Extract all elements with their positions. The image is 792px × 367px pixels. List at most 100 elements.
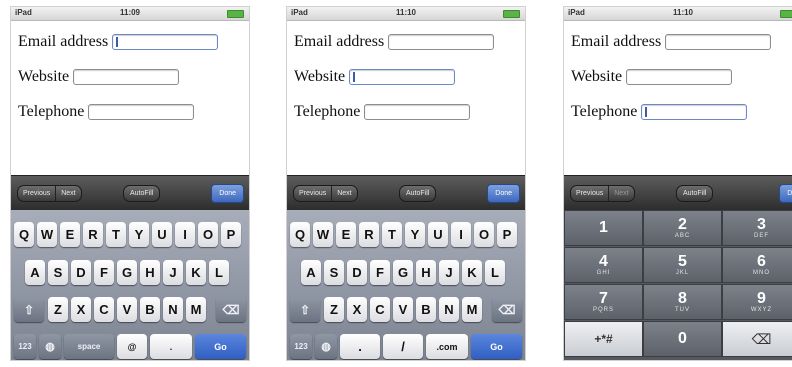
email-field[interactable] — [112, 34, 219, 50]
key-b[interactable]: B — [140, 297, 160, 322]
email-field[interactable] — [665, 34, 772, 50]
key-o[interactable]: O — [198, 222, 218, 247]
key-y[interactable]: Y — [129, 222, 149, 247]
numpad-key-0[interactable]: 0 — [643, 321, 722, 357]
go-key[interactable]: Go — [471, 334, 522, 359]
key-g[interactable]: G — [393, 260, 413, 285]
slash-key[interactable]: / — [383, 334, 423, 359]
key-j[interactable]: J — [439, 260, 459, 285]
done-button[interactable]: Done — [779, 184, 792, 203]
numbers-key[interactable]: 123 — [290, 334, 312, 359]
website-field[interactable] — [73, 69, 180, 85]
autofill-button[interactable]: AutoFill — [676, 185, 714, 202]
key-b[interactable]: B — [416, 297, 436, 322]
next-button[interactable]: Next — [55, 186, 80, 201]
done-button[interactable]: Done — [487, 184, 520, 203]
key-d[interactable]: D — [347, 260, 367, 285]
key-u[interactable]: U — [428, 222, 448, 247]
key-z[interactable]: Z — [48, 297, 68, 322]
key-t[interactable]: T — [382, 222, 402, 247]
numpad-key-1[interactable]: 1 — [564, 210, 643, 246]
key-e[interactable]: E — [336, 222, 356, 247]
key-s[interactable]: S — [48, 260, 68, 285]
key-d[interactable]: D — [71, 260, 91, 285]
period-key[interactable]: . — [150, 334, 192, 359]
numpad-key-5[interactable]: 5 JKL — [643, 247, 722, 283]
telephone-field[interactable] — [641, 104, 748, 120]
key-x[interactable]: X — [347, 297, 367, 322]
key-e[interactable]: E — [60, 222, 80, 247]
backspace-key[interactable]: ⌫ — [216, 297, 246, 322]
autofill-button[interactable]: AutoFill — [123, 185, 161, 202]
done-button[interactable]: Done — [211, 184, 244, 203]
globe-key[interactable]: ◍ — [315, 334, 337, 359]
backspace-key[interactable]: ⌫ — [492, 297, 522, 322]
key-i[interactable]: I — [451, 222, 471, 247]
key-q[interactable]: Q — [14, 222, 34, 247]
numpad-key-4[interactable]: 4 GHI — [564, 247, 643, 283]
numpad-key-8[interactable]: 8 TUV — [643, 284, 722, 320]
key-g[interactable]: G — [117, 260, 137, 285]
key-h[interactable]: H — [140, 260, 160, 285]
dotcom-key[interactable]: .com — [426, 334, 468, 359]
numpad-key-7[interactable]: 7 PQRS — [564, 284, 643, 320]
key-m[interactable]: M — [186, 297, 206, 322]
key-a[interactable]: A — [25, 260, 45, 285]
key-r[interactable]: R — [359, 222, 379, 247]
website-field[interactable] — [626, 69, 733, 85]
key-h[interactable]: H — [416, 260, 436, 285]
key-c[interactable]: C — [94, 297, 114, 322]
numpad-key-3[interactable]: 3 DEF — [722, 210, 792, 246]
globe-key[interactable]: ◍ — [39, 334, 61, 359]
shift-key[interactable]: ⇧ — [290, 297, 320, 322]
key-n[interactable]: N — [439, 297, 459, 322]
key-z[interactable]: Z — [324, 297, 344, 322]
key-n[interactable]: N — [163, 297, 183, 322]
numpad-key-6[interactable]: 6 MNO — [722, 247, 792, 283]
key-w[interactable]: W — [37, 222, 57, 247]
key-a[interactable]: A — [301, 260, 321, 285]
previous-button[interactable]: Previous — [294, 186, 331, 201]
key-w[interactable]: W — [313, 222, 333, 247]
key-f[interactable]: F — [370, 260, 390, 285]
key-t[interactable]: T — [106, 222, 126, 247]
key-k[interactable]: K — [186, 260, 206, 285]
website-field[interactable] — [349, 69, 456, 85]
key-c[interactable]: C — [370, 297, 390, 322]
next-button[interactable]: Next — [608, 186, 633, 201]
key-x[interactable]: X — [71, 297, 91, 322]
key-i[interactable]: I — [175, 222, 195, 247]
key-j[interactable]: J — [163, 260, 183, 285]
key-k[interactable]: K — [462, 260, 482, 285]
email-field[interactable] — [388, 34, 495, 50]
previous-button[interactable]: Previous — [18, 186, 55, 201]
next-button[interactable]: Next — [331, 186, 356, 201]
key-l[interactable]: L — [209, 260, 229, 285]
key-s[interactable]: S — [324, 260, 344, 285]
at-key[interactable]: @ — [117, 334, 147, 359]
key-m[interactable]: M — [462, 297, 482, 322]
numpad-key-9[interactable]: 9 WXYZ — [722, 284, 792, 320]
go-key[interactable]: Go — [195, 334, 246, 359]
period-key[interactable]: . — [340, 334, 380, 359]
key-q[interactable]: Q — [290, 222, 310, 247]
key-u[interactable]: U — [152, 222, 172, 247]
key-p[interactable]: P — [221, 222, 241, 247]
telephone-field[interactable] — [364, 104, 471, 120]
key-o[interactable]: O — [474, 222, 494, 247]
autofill-button[interactable]: AutoFill — [399, 185, 437, 202]
space-key[interactable]: space — [64, 334, 114, 359]
key-v[interactable]: V — [393, 297, 413, 322]
previous-button[interactable]: Previous — [571, 186, 608, 201]
key-r[interactable]: R — [83, 222, 103, 247]
key-v[interactable]: V — [117, 297, 137, 322]
key-p[interactable]: P — [497, 222, 517, 247]
numpad-key-2[interactable]: 2 ABC — [643, 210, 722, 246]
key-l[interactable]: L — [485, 260, 505, 285]
numpad-backspace-key[interactable]: ⌫ — [722, 321, 792, 357]
numpad-symbols-key[interactable]: +*# — [564, 321, 643, 357]
key-y[interactable]: Y — [405, 222, 425, 247]
shift-key[interactable]: ⇧ — [14, 297, 44, 322]
telephone-field[interactable] — [88, 104, 195, 120]
key-f[interactable]: F — [94, 260, 114, 285]
